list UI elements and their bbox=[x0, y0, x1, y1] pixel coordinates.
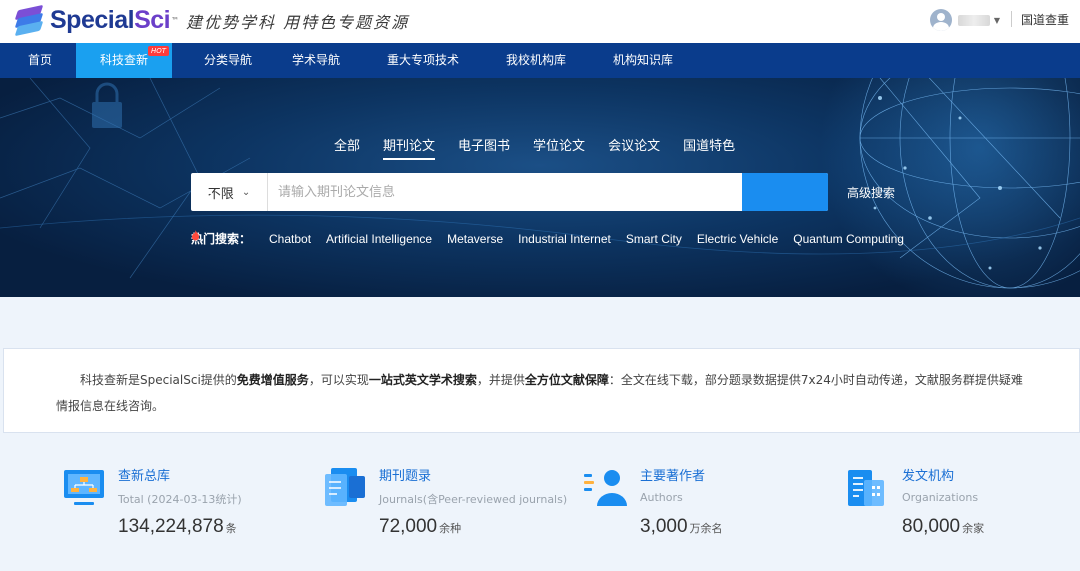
nav-item-category[interactable]: 分类导航 bbox=[186, 43, 270, 78]
stat-number: 72,000 bbox=[379, 516, 438, 537]
stat-value: 3,000 万余名 bbox=[640, 516, 723, 538]
nav-item-label: 科技查新 bbox=[99, 53, 148, 67]
hot-keyword[interactable]: Electric Vehicle bbox=[697, 232, 778, 246]
service-intro: 科技查新是SpecialSci提供的免费增值服务，可以实现一站式英文学术搜索，并… bbox=[3, 348, 1080, 433]
stat-subtitle: Journals(含Peer-reviewed journals) bbox=[379, 493, 568, 506]
nav-item-novelty-search[interactable]: 科技查新 HOT bbox=[76, 43, 172, 78]
logo-mark-icon bbox=[14, 4, 44, 37]
logo-trademark: ™ bbox=[171, 15, 180, 25]
tab-journal-papers[interactable]: 期刊论文 bbox=[383, 135, 436, 160]
intro-bold: 一站式英文学术搜索 bbox=[368, 373, 477, 387]
avatar-icon[interactable] bbox=[929, 9, 952, 31]
chevron-down-icon: ⌄ bbox=[241, 186, 251, 198]
hot-searches: 热门搜索： Chatbot Artificial Intelligence Me… bbox=[191, 230, 919, 247]
stat-total: 查新总库 Total (2024-03-13统计) 134,224,878 条 bbox=[62, 462, 312, 542]
tab-conference-papers[interactable]: 会议论文 bbox=[608, 135, 660, 160]
stat-number: 134,224,878 bbox=[118, 516, 224, 537]
stat-value: 134,224,878 条 bbox=[118, 516, 237, 538]
database-monitor-icon bbox=[64, 470, 104, 505]
stat-value: 72,000 余种 bbox=[379, 516, 461, 538]
nav-item-school-repo[interactable]: 我校机构库 bbox=[496, 43, 576, 78]
main-nav: 首页 科技查新 HOT 分类导航 学术导航 重大专项技术 我校机构库 机构知识库 bbox=[0, 43, 1080, 78]
tab-ebooks[interactable]: 电子图书 bbox=[458, 135, 510, 160]
logo-text: SpecialSci bbox=[50, 5, 171, 34]
user-list-icon bbox=[584, 470, 627, 506]
stat-subtitle: Organizations bbox=[902, 491, 979, 504]
stat-unit: 万余名 bbox=[689, 523, 723, 535]
tab-featured[interactable]: 国道特色 bbox=[683, 135, 735, 160]
search-input[interactable] bbox=[268, 173, 742, 211]
stat-number: 80,000 bbox=[902, 516, 961, 537]
nav-item-home[interactable]: 首页 bbox=[13, 43, 67, 78]
intro-text: ，并提供 bbox=[476, 373, 525, 387]
stat-organizations: 发文机构 Organizations 80,000 余家 bbox=[846, 462, 1080, 542]
hot-badge: HOT bbox=[147, 46, 169, 56]
tab-theses[interactable]: 学位论文 bbox=[533, 135, 585, 160]
intro-bold: 全方位文献保障 bbox=[524, 373, 609, 387]
hot-keyword[interactable]: Artificial Intelligence bbox=[326, 232, 432, 246]
stat-subtitle: Authors bbox=[640, 491, 683, 504]
search-icon bbox=[191, 173, 213, 195]
stat-value: 80,000 余家 bbox=[902, 516, 984, 538]
caret-down-icon[interactable]: ▼ bbox=[994, 16, 1000, 25]
hot-keyword[interactable]: Smart City bbox=[626, 232, 682, 246]
hot-keyword[interactable]: Chatbot bbox=[269, 232, 311, 246]
search-type-tabs: 全部 期刊论文 电子图书 学位论文 会议论文 国道特色 bbox=[334, 135, 758, 160]
journals-icon bbox=[325, 468, 365, 506]
nav-item-label: 学术导航 bbox=[291, 53, 340, 67]
slogan: 建优势学科 用特色专题资源 bbox=[186, 13, 410, 32]
stat-title: 发文机构 bbox=[902, 469, 955, 484]
hot-keyword[interactable]: Industrial Internet bbox=[518, 232, 611, 246]
search-box: 不限 ⌄ bbox=[191, 173, 828, 211]
stat-subtitle: Total (2024-03-13统计) bbox=[118, 493, 242, 506]
stat-number: 3,000 bbox=[640, 516, 688, 537]
intro-bold: 免费增值服务 bbox=[236, 373, 309, 387]
nav-item-label: 分类导航 bbox=[203, 53, 252, 67]
flame-icon bbox=[191, 230, 200, 241]
hot-keyword[interactable]: Metaverse bbox=[447, 232, 503, 246]
stat-title: 主要著作者 bbox=[640, 469, 706, 484]
hot-keyword[interactable]: Quantum Computing bbox=[793, 232, 904, 246]
hot-search-label: 热门搜索： bbox=[191, 232, 252, 246]
search-banner: 全部 期刊论文 电子图书 学位论文 会议论文 国道特色 不限 ⌄ 高级搜索 热门… bbox=[0, 78, 1080, 297]
intro-text: ，可以实现 bbox=[308, 373, 369, 387]
user-menu[interactable]: ▼ bbox=[929, 7, 1000, 33]
stat-title: 查新总库 bbox=[118, 469, 171, 484]
nav-item-knowledge-repo[interactable]: 机构知识库 bbox=[603, 43, 683, 78]
logo[interactable]: SpecialSci ™ bbox=[14, 4, 180, 37]
stat-journals: 期刊题录 Journals(含Peer-reviewed journals) 7… bbox=[323, 462, 573, 542]
plagiarism-check-link[interactable]: 国道查重 bbox=[1021, 11, 1069, 28]
lock-icon bbox=[92, 82, 122, 128]
nav-item-label: 重大专项技术 bbox=[386, 53, 459, 67]
nav-item-major-projects[interactable]: 重大专项技术 bbox=[376, 43, 470, 78]
tab-all[interactable]: 全部 bbox=[334, 135, 360, 160]
stat-title: 期刊题录 bbox=[379, 469, 432, 484]
advanced-search-link[interactable]: 高级搜索 bbox=[847, 184, 895, 201]
search-button[interactable] bbox=[191, 173, 828, 211]
stat-authors: 主要著作者 Authors 3,000 万余名 bbox=[584, 462, 834, 542]
header-divider bbox=[1011, 11, 1012, 27]
intro-text: 科技查新是SpecialSci提供的 bbox=[80, 373, 237, 387]
header: SpecialSci ™ 建优势学科 用特色专题资源 ▼ 国道查重 bbox=[0, 0, 1080, 43]
nav-item-label: 我校机构库 bbox=[505, 53, 566, 67]
username-redacted bbox=[957, 14, 990, 26]
building-icon bbox=[848, 470, 884, 506]
stat-unit: 余家 bbox=[962, 523, 985, 535]
nav-item-label: 机构知识库 bbox=[612, 53, 673, 67]
nav-item-academic[interactable]: 学术导航 bbox=[282, 43, 350, 78]
stat-unit: 余种 bbox=[439, 523, 462, 535]
stat-unit: 条 bbox=[225, 523, 237, 535]
nav-item-label: 首页 bbox=[27, 53, 52, 67]
